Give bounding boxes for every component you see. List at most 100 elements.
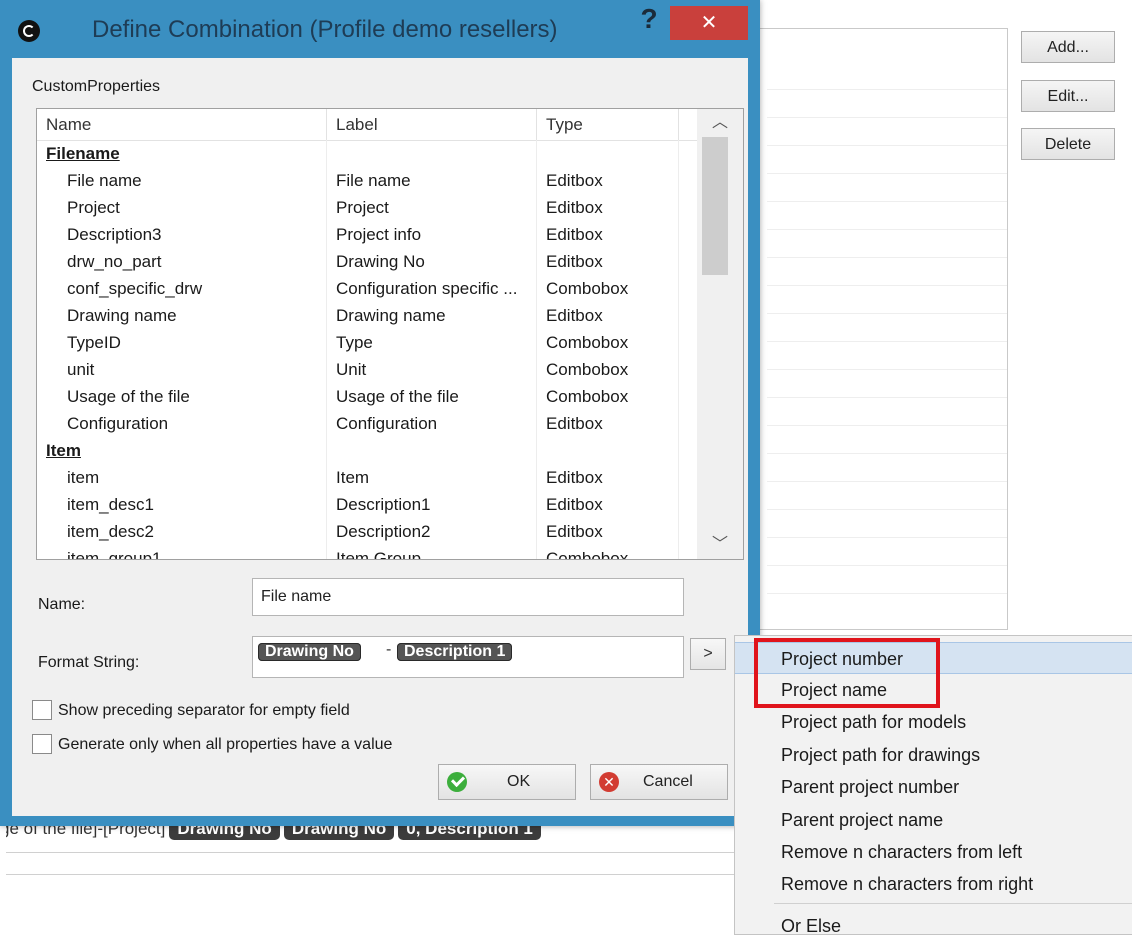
scroll-up-icon[interactable]: ︿	[697, 109, 743, 137]
list-header: Name Label Type	[37, 109, 697, 141]
table-row[interactable]: Usage of the file Usage of the file Combob…	[37, 383, 697, 410]
menu-item-label: Parent project number	[781, 777, 960, 797]
bg-row-divider	[767, 257, 1007, 258]
dialog-body: CustomProperties Name Label Type Filenam…	[12, 58, 748, 816]
name-label: Name:	[38, 596, 86, 613]
cell-type: Combobox	[537, 356, 679, 383]
token-popup-menu: Project number Project name Project path f…	[734, 635, 1132, 935]
list-group-header[interactable]: Item	[37, 437, 697, 464]
table-row[interactable]: conf_specific_drw Configuration specific …	[37, 275, 697, 302]
bg-row-divider	[767, 313, 1007, 314]
list-scrollbar[interactable]: ︿ ﹀	[697, 109, 743, 559]
menu-item-label: Remove n characters from right	[781, 874, 1034, 894]
list-group-header[interactable]: Filename	[37, 140, 697, 167]
menu-item[interactable]: Or Else	[735, 910, 1132, 934]
scroll-down-icon[interactable]: ﹀	[697, 531, 743, 559]
scrollbar-thumb[interactable]	[702, 137, 728, 275]
cell-name: drw_no_part	[37, 248, 327, 275]
format-string-label: Format String:	[38, 654, 140, 671]
menu-item[interactable]: Project name	[735, 674, 1132, 706]
cell-type: Editbox	[537, 491, 679, 518]
cell-label: Usage of the file	[327, 383, 537, 410]
cell-name: Configuration	[37, 410, 327, 437]
table-row[interactable]: Description3 Project info Editbox	[37, 221, 697, 248]
cell-name: item_group1	[37, 545, 327, 559]
cell-label: Unit	[327, 356, 537, 383]
table-row[interactable]: TypeID Type Combobox	[37, 329, 697, 356]
cell-type: Editbox	[537, 167, 679, 194]
bg-row-divider	[767, 369, 1007, 370]
table-row[interactable]: Drawing name Drawing name Editbox	[37, 302, 697, 329]
cell-name: Project	[37, 194, 327, 221]
bg-row-divider	[767, 481, 1007, 482]
menu-item-label: Remove n characters from left	[781, 842, 1023, 862]
bg-row-divider	[767, 201, 1007, 202]
column-header-name[interactable]: Name	[37, 109, 327, 140]
format-separator: -	[386, 641, 392, 658]
generate-only-checkbox[interactable]	[32, 734, 52, 754]
delete-button[interactable]: Delete	[1021, 128, 1115, 160]
table-row[interactable]: File name File name Editbox	[37, 167, 697, 194]
properties-list[interactable]: Name Label Type Filename File name File na…	[36, 108, 744, 560]
bg-row-divider	[767, 117, 1007, 118]
cell-label: Project	[327, 194, 537, 221]
menu-item[interactable]: Remove n characters from left	[735, 836, 1132, 868]
dialog-titlebar[interactable]: Define Combination (Profile demo reselle…	[0, 0, 760, 58]
table-row[interactable]: Configuration Configuration Editbox	[37, 410, 697, 437]
cell-type: Editbox	[537, 518, 679, 545]
bg-row-divider	[767, 425, 1007, 426]
cell-name: TypeID	[37, 329, 327, 356]
table-row[interactable]: item_desc1 Description1 Editbox	[37, 491, 697, 518]
menu-item[interactable]: Project path for models	[735, 706, 1132, 738]
cell-name: item_desc2	[37, 518, 327, 545]
cell-name: Usage of the file	[37, 383, 327, 410]
menu-item-label: Project name	[781, 680, 888, 700]
menu-item[interactable]: Parent project number	[735, 771, 1132, 803]
close-button[interactable]: ✕	[670, 6, 748, 40]
cell-name: Item	[37, 437, 327, 464]
column-header-type[interactable]: Type	[537, 109, 679, 140]
table-row[interactable]: item Item Editbox	[37, 464, 697, 491]
table-row[interactable]: unit Unit Combobox	[37, 356, 697, 383]
list-rows: Filename File name File name Editbox Project…	[37, 140, 697, 559]
help-button[interactable]: ?	[634, 4, 664, 34]
cell-label: Item	[327, 464, 537, 491]
cell-name: item_desc1	[37, 491, 327, 518]
menu-item-label: Project path for models	[781, 712, 967, 732]
menu-item[interactable]: Remove n characters from right	[735, 868, 1132, 900]
cell-label: Description1	[327, 491, 537, 518]
table-row[interactable]: drw_no_part Drawing No Editbox	[37, 248, 697, 275]
format-token[interactable]: Drawing No	[258, 643, 361, 661]
cell-label	[327, 140, 537, 167]
table-row[interactable]: item_desc2 Description2 Editbox	[37, 518, 697, 545]
cell-label: Drawing No	[327, 248, 537, 275]
bg-row-divider	[767, 397, 1007, 398]
format-token[interactable]: Description 1	[397, 643, 513, 661]
insert-token-button[interactable]: >	[690, 638, 726, 670]
cell-label	[327, 437, 537, 464]
cell-name: Description3	[37, 221, 327, 248]
edit-button[interactable]: Edit...	[1021, 80, 1115, 112]
cancel-button[interactable]: ✕ Cancel	[590, 764, 728, 800]
cell-label: File name	[327, 167, 537, 194]
menu-item[interactable]: Parent project name	[735, 804, 1132, 836]
dialog-title: Define Combination (Profile demo reselle…	[92, 16, 558, 43]
bg-row-divider	[767, 537, 1007, 538]
cell-name: File name	[37, 167, 327, 194]
table-row[interactable]: Project Project Editbox	[37, 194, 697, 221]
generate-only-label[interactable]: Generate only when all properties have a…	[58, 736, 392, 754]
column-header-label[interactable]: Label	[327, 109, 537, 140]
table-row[interactable]: item_group1 Item Group Combobox	[37, 545, 697, 559]
add-button[interactable]: Add...	[1021, 31, 1115, 63]
show-separator-label[interactable]: Show preceding separator for empty field	[58, 702, 350, 720]
format-string-input[interactable]: Drawing No - Description 1	[252, 636, 684, 678]
define-combination-dialog: Define Combination (Profile demo reselle…	[0, 0, 760, 826]
cell-name: item	[37, 464, 327, 491]
cell-name: conf_specific_drw	[37, 275, 327, 302]
menu-item-label: Project path for drawings	[781, 745, 981, 765]
menu-item[interactable]: Project number	[735, 642, 1132, 674]
name-input[interactable]	[252, 578, 684, 616]
ok-button[interactable]: OK	[438, 764, 576, 800]
show-separator-checkbox[interactable]	[32, 700, 52, 720]
menu-item[interactable]: Project path for drawings	[735, 739, 1132, 771]
